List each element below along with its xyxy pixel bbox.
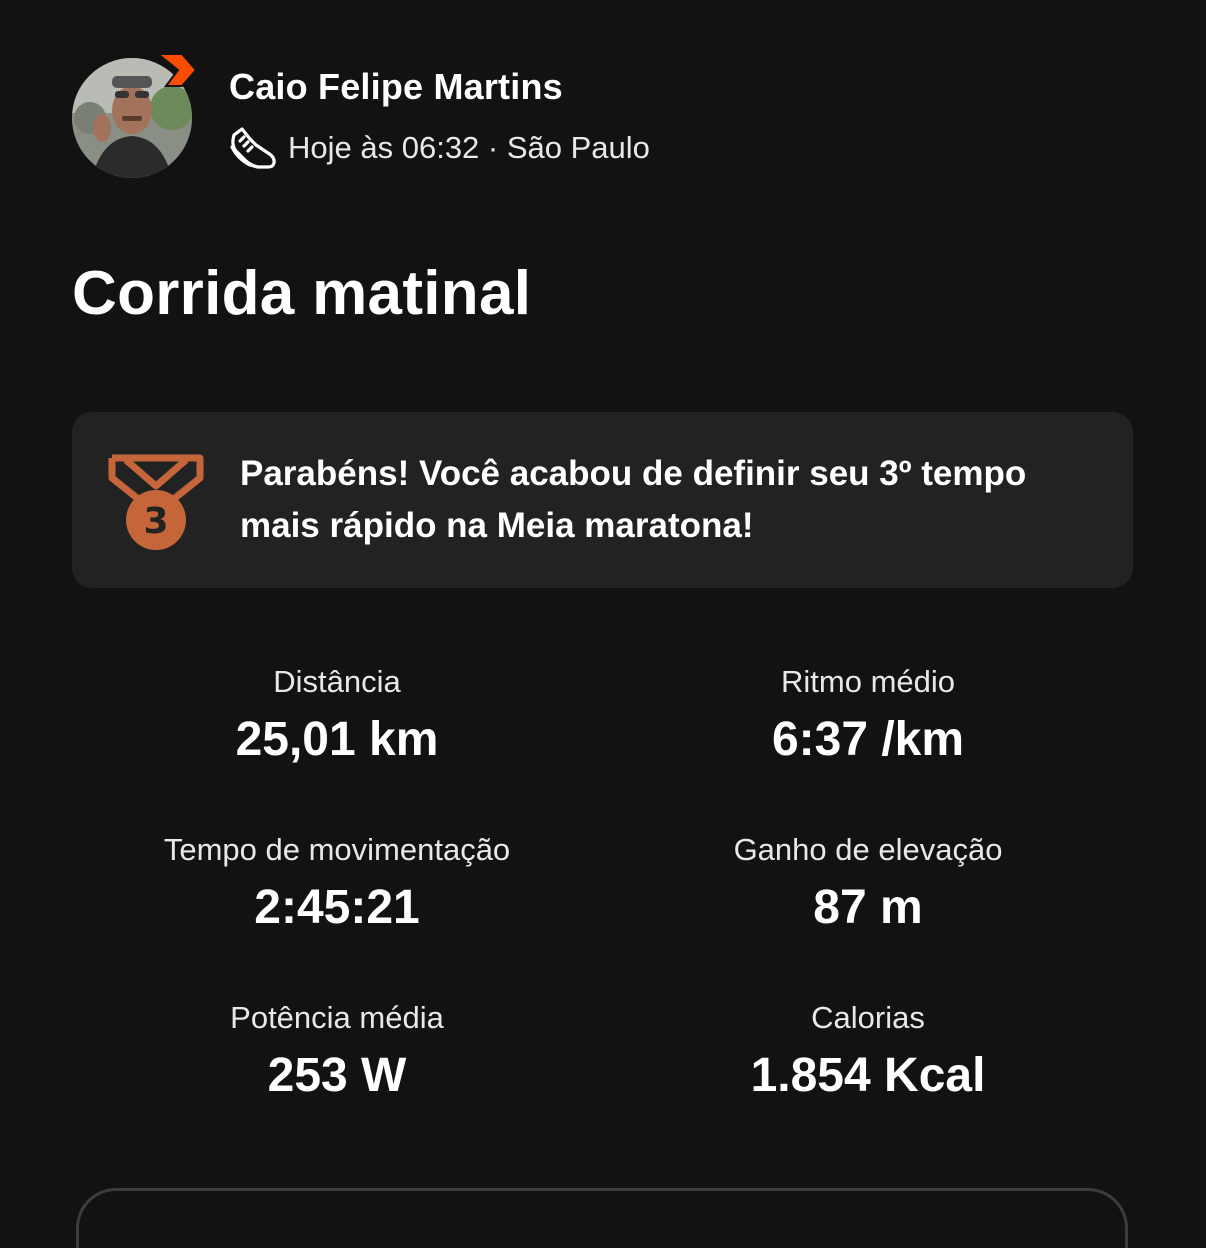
achievement-message: Parabéns! Você acabou de definir seu 3º … bbox=[240, 454, 1027, 545]
activity-header: Caio Felipe Martins Hoje às 06:32 · São … bbox=[72, 48, 1132, 180]
activity-time-location: Hoje às 06:32 · São Paulo bbox=[288, 130, 650, 165]
stat-moving-time: Tempo de movimentação 2:45:21 bbox=[72, 830, 602, 938]
stat-label: Tempo de movimentação bbox=[163, 832, 511, 867]
map-preview-panel[interactable] bbox=[76, 1188, 1128, 1248]
bronze-medal-3-icon: 3 bbox=[108, 454, 204, 550]
medal-number: 3 bbox=[143, 501, 168, 542]
activity-meta: Hoje às 06:32 · São Paulo bbox=[228, 126, 650, 170]
subscriber-chevron-icon bbox=[155, 53, 198, 87]
stat-value: 2:45:21 bbox=[254, 881, 420, 934]
stat-value: 1.854 Kcal bbox=[750, 1049, 986, 1102]
stat-label: Distância bbox=[273, 664, 401, 699]
stat-label: Ritmo médio bbox=[781, 664, 955, 699]
stat-value: 253 W bbox=[267, 1049, 407, 1102]
stat-distance: Distância 25,01 km bbox=[72, 662, 602, 770]
stat-label: Potência média bbox=[230, 1000, 444, 1035]
running-shoe-icon bbox=[230, 127, 276, 169]
stat-avg-pace: Ritmo médio 6:37 /km bbox=[603, 662, 1133, 770]
stat-value: 87 m bbox=[813, 881, 923, 934]
activity-title[interactable]: Corrida matinal bbox=[72, 258, 531, 329]
stat-avg-power: Potência média 253 W bbox=[72, 998, 602, 1106]
achievement-card[interactable]: 3 Parabéns! Você acabou de definir seu 3… bbox=[72, 412, 1133, 588]
stat-label: Calorias bbox=[811, 1000, 925, 1035]
stat-label: Ganho de elevação bbox=[733, 832, 1003, 867]
athlete-name[interactable]: Caio Felipe Martins bbox=[229, 66, 563, 108]
stat-value: 6:37 /km bbox=[771, 713, 965, 766]
athlete-avatar-wrapper[interactable] bbox=[72, 53, 198, 178]
stat-calories: Calorias 1.854 Kcal bbox=[603, 998, 1133, 1106]
stat-elevation-gain: Ganho de elevação 87 m bbox=[603, 830, 1133, 938]
stat-value: 25,01 km bbox=[235, 713, 439, 766]
